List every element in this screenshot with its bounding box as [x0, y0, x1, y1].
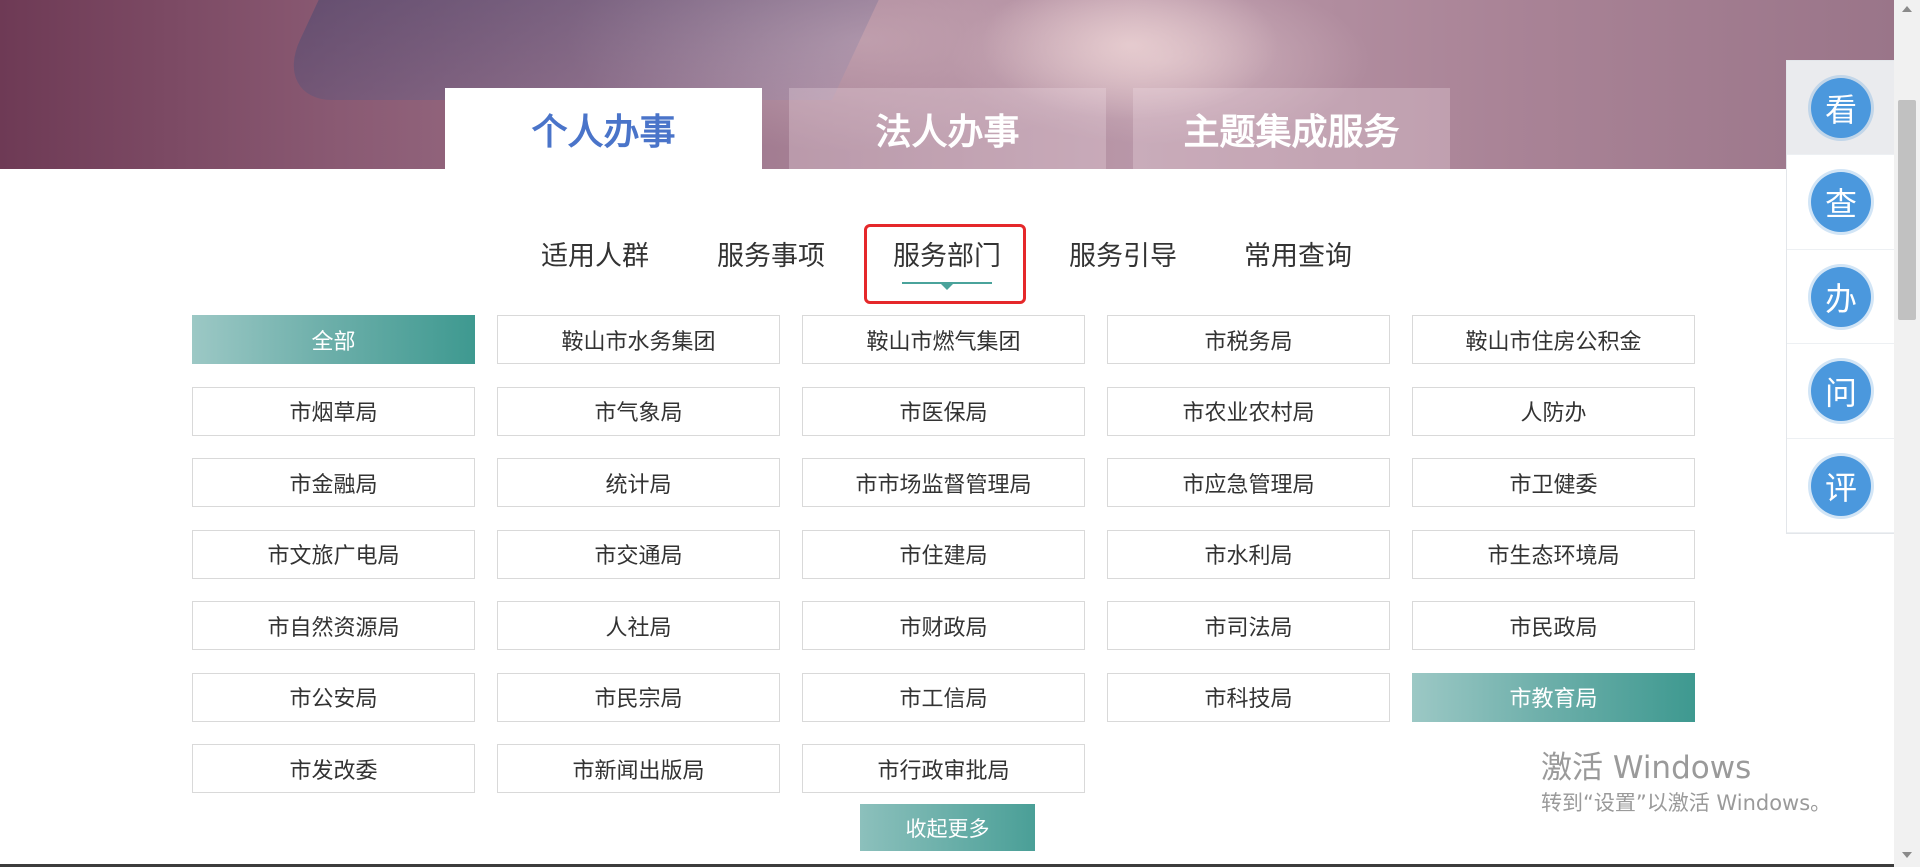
department-button[interactable]: 人防办 [1412, 386, 1695, 436]
subtab-label: 常用查询 [1244, 241, 1352, 272]
department-button[interactable]: 市医保局 [802, 386, 1085, 436]
search-icon: 查 [1811, 172, 1871, 233]
department-button[interactable]: 市市场监督管理局 [802, 458, 1085, 507]
department-button[interactable]: 市自然资源局 [192, 601, 475, 650]
watermark-subtitle: 转到“设置”以激活 Windows。 [1541, 791, 1832, 815]
sidebar-item-handle[interactable]: 办 [1787, 250, 1895, 345]
look-icon: 看 [1811, 77, 1871, 138]
subtab-label: 服务事项 [717, 241, 825, 272]
windows-activation-watermark: 激活 Windows 转到“设置”以激活 Windows。 [1541, 748, 1831, 818]
department-button[interactable]: 全部 [192, 315, 475, 364]
ask-icon: 问 [1811, 361, 1871, 422]
scroll-thumb[interactable] [1898, 100, 1916, 320]
subtab-label: 服务引导 [1069, 241, 1177, 272]
evaluate-icon: 评 [1811, 455, 1871, 516]
department-button[interactable]: 鞍山市住房公积金 [1412, 315, 1695, 364]
subtab-label: 适用人群 [541, 241, 649, 272]
department-button[interactable]: 市农业农村局 [1107, 386, 1390, 436]
sub-tab-bar: 适用人群 服务事项 服务部门 服务引导 常用查询 [0, 230, 1894, 290]
collapse-more-button[interactable]: 收起更多 [860, 804, 1035, 851]
hero-banner: 个人办事 法人办事 主题集成服务 [0, 0, 1894, 169]
subtab-service-departments[interactable]: 服务部门 [872, 230, 1022, 290]
department-button[interactable]: 人社局 [497, 601, 780, 650]
department-button[interactable]: 市气象局 [497, 386, 780, 436]
department-button[interactable]: 市卫健委 [1412, 458, 1695, 507]
subtab-service-items[interactable]: 服务事项 [696, 230, 846, 290]
department-button[interactable]: 市教育局 [1412, 672, 1695, 722]
top-tab-bar: 个人办事 法人办事 主题集成服务 [445, 88, 1477, 169]
department-button[interactable]: 市住建局 [802, 529, 1085, 579]
department-button[interactable]: 市金融局 [192, 458, 475, 507]
department-button[interactable]: 市生态环境局 [1412, 529, 1695, 579]
watermark-title: 激活 Windows [1541, 750, 1752, 786]
department-button[interactable]: 市财政局 [802, 601, 1085, 650]
department-button[interactable]: 统计局 [497, 458, 780, 507]
scrollbar[interactable] [1894, 0, 1920, 867]
handle-icon: 办 [1811, 266, 1871, 327]
sidebar-item-look[interactable]: 看 [1787, 61, 1895, 155]
scroll-down-icon[interactable] [1902, 852, 1912, 858]
department-button[interactable]: 鞍山市燃气集团 [802, 315, 1085, 364]
department-button[interactable]: 市司法局 [1107, 601, 1390, 650]
subtab-service-guide[interactable]: 服务引导 [1048, 230, 1198, 290]
department-button[interactable]: 市新闻出版局 [497, 744, 780, 793]
department-button[interactable]: 市水利局 [1107, 529, 1390, 579]
department-button[interactable]: 市发改委 [192, 744, 475, 793]
department-button[interactable]: 市行政审批局 [802, 744, 1085, 793]
banner-laptop-image [272, 0, 888, 100]
subtab-applicable-groups[interactable]: 适用人群 [520, 230, 670, 290]
sidebar-item-search[interactable]: 查 [1787, 156, 1895, 250]
caret-down-icon [941, 284, 953, 290]
department-button[interactable]: 市工信局 [802, 672, 1085, 722]
department-button[interactable]: 市民宗局 [497, 672, 780, 722]
sidebar-item-evaluate[interactable]: 评 [1787, 439, 1895, 534]
tab-theme-services[interactable]: 主题集成服务 [1133, 88, 1450, 169]
tab-corporate[interactable]: 法人办事 [789, 88, 1106, 169]
department-button[interactable]: 市烟草局 [192, 386, 475, 436]
department-button[interactable]: 市科技局 [1107, 672, 1390, 722]
department-button[interactable]: 鞍山市水务集团 [497, 315, 780, 364]
subtab-label: 服务部门 [893, 241, 1001, 272]
sidebar-item-ask[interactable]: 问 [1787, 345, 1895, 439]
scroll-up-icon[interactable] [1902, 6, 1912, 12]
department-button[interactable]: 市民政局 [1412, 601, 1695, 650]
tab-personal[interactable]: 个人办事 [445, 88, 762, 169]
subtab-common-queries[interactable]: 常用查询 [1223, 230, 1373, 290]
department-button[interactable]: 市文旅广电局 [192, 529, 475, 579]
department-button[interactable]: 市应急管理局 [1107, 458, 1390, 507]
department-button[interactable]: 市公安局 [192, 672, 475, 722]
department-button[interactable]: 市交通局 [497, 529, 780, 579]
department-button[interactable]: 市税务局 [1107, 315, 1390, 364]
quick-service-sidebar: 看查办问评 [1786, 60, 1896, 534]
